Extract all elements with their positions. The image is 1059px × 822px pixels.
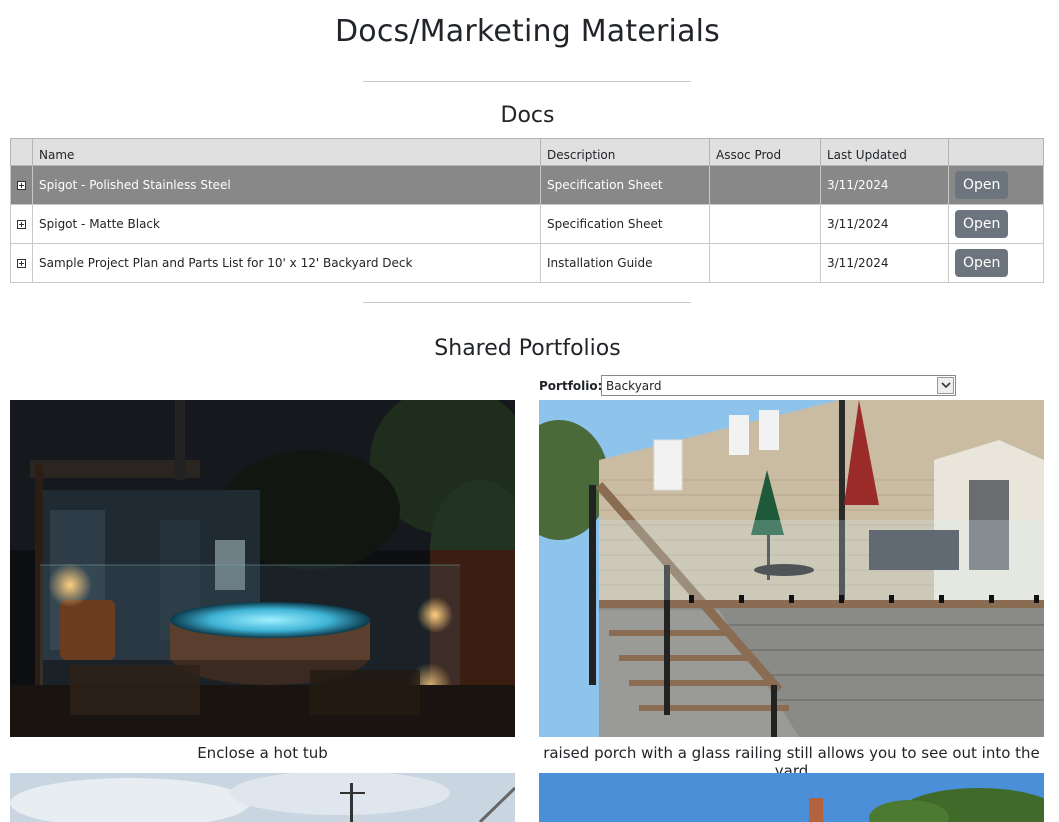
portfolio-select[interactable]: Backyard	[601, 375, 956, 396]
docs-table-header: Name Description Assoc Prod Last Updated	[10, 138, 1044, 166]
column-header-assoc-prod[interactable]: Assoc Prod	[709, 138, 821, 166]
portfolio-label: Portfolio:	[539, 379, 603, 393]
portfolio-image[interactable]	[10, 773, 515, 822]
chevron-down-icon[interactable]	[937, 377, 954, 394]
expand-plus-icon[interactable]	[17, 181, 26, 190]
doc-assoc-prod	[709, 243, 821, 283]
doc-description: Installation Guide	[540, 243, 710, 283]
portfolio-image[interactable]	[539, 773, 1044, 822]
portfolio-caption: Enclose a hot tub	[197, 744, 328, 762]
expand-cell[interactable]	[10, 165, 33, 205]
portfolio-selected-value: Backyard	[606, 379, 662, 393]
table-row[interactable]: Sample Project Plan and Parts List for 1…	[10, 243, 1044, 283]
doc-last-updated: 3/11/2024	[820, 165, 949, 205]
doc-last-updated: 3/11/2024	[820, 243, 949, 283]
doc-name: Spigot - Matte Black	[32, 204, 541, 244]
docs-section-title: Docs	[500, 103, 555, 128]
column-header-name[interactable]: Name	[32, 138, 541, 166]
divider	[363, 302, 691, 303]
column-header-actions	[948, 138, 1044, 166]
expand-plus-icon[interactable]	[17, 220, 26, 229]
open-button[interactable]: Open	[955, 249, 1009, 277]
table-row[interactable]: Spigot - Polished Stainless Steel Specif…	[10, 165, 1044, 205]
table-row[interactable]: Spigot - Matte Black Specification Sheet…	[10, 204, 1044, 244]
action-cell: Open	[948, 204, 1044, 244]
open-button[interactable]: Open	[955, 210, 1009, 238]
divider	[363, 81, 691, 82]
doc-last-updated: 3/11/2024	[820, 204, 949, 244]
doc-description: Specification Sheet	[540, 165, 710, 205]
doc-name: Sample Project Plan and Parts List for 1…	[32, 243, 541, 283]
docs-table: Name Description Assoc Prod Last Updated…	[10, 138, 1044, 283]
doc-assoc-prod	[709, 204, 821, 244]
doc-assoc-prod	[709, 165, 821, 205]
doc-name: Spigot - Polished Stainless Steel	[32, 165, 541, 205]
action-cell: Open	[948, 165, 1044, 205]
expand-cell[interactable]	[10, 243, 33, 283]
column-header-expand	[10, 138, 33, 166]
portfolios-section-title: Shared Portfolios	[434, 336, 621, 361]
expand-plus-icon[interactable]	[17, 259, 26, 268]
column-header-last-updated[interactable]: Last Updated	[820, 138, 949, 166]
portfolio-image-hot-tub[interactable]	[10, 400, 515, 737]
doc-description: Specification Sheet	[540, 204, 710, 244]
page-title: Docs/Marketing Materials	[334, 14, 721, 49]
action-cell: Open	[948, 243, 1044, 283]
column-header-description[interactable]: Description	[540, 138, 710, 166]
portfolio-image-raised-porch[interactable]	[539, 400, 1044, 737]
expand-cell[interactable]	[10, 204, 33, 244]
open-button[interactable]: Open	[955, 171, 1009, 199]
